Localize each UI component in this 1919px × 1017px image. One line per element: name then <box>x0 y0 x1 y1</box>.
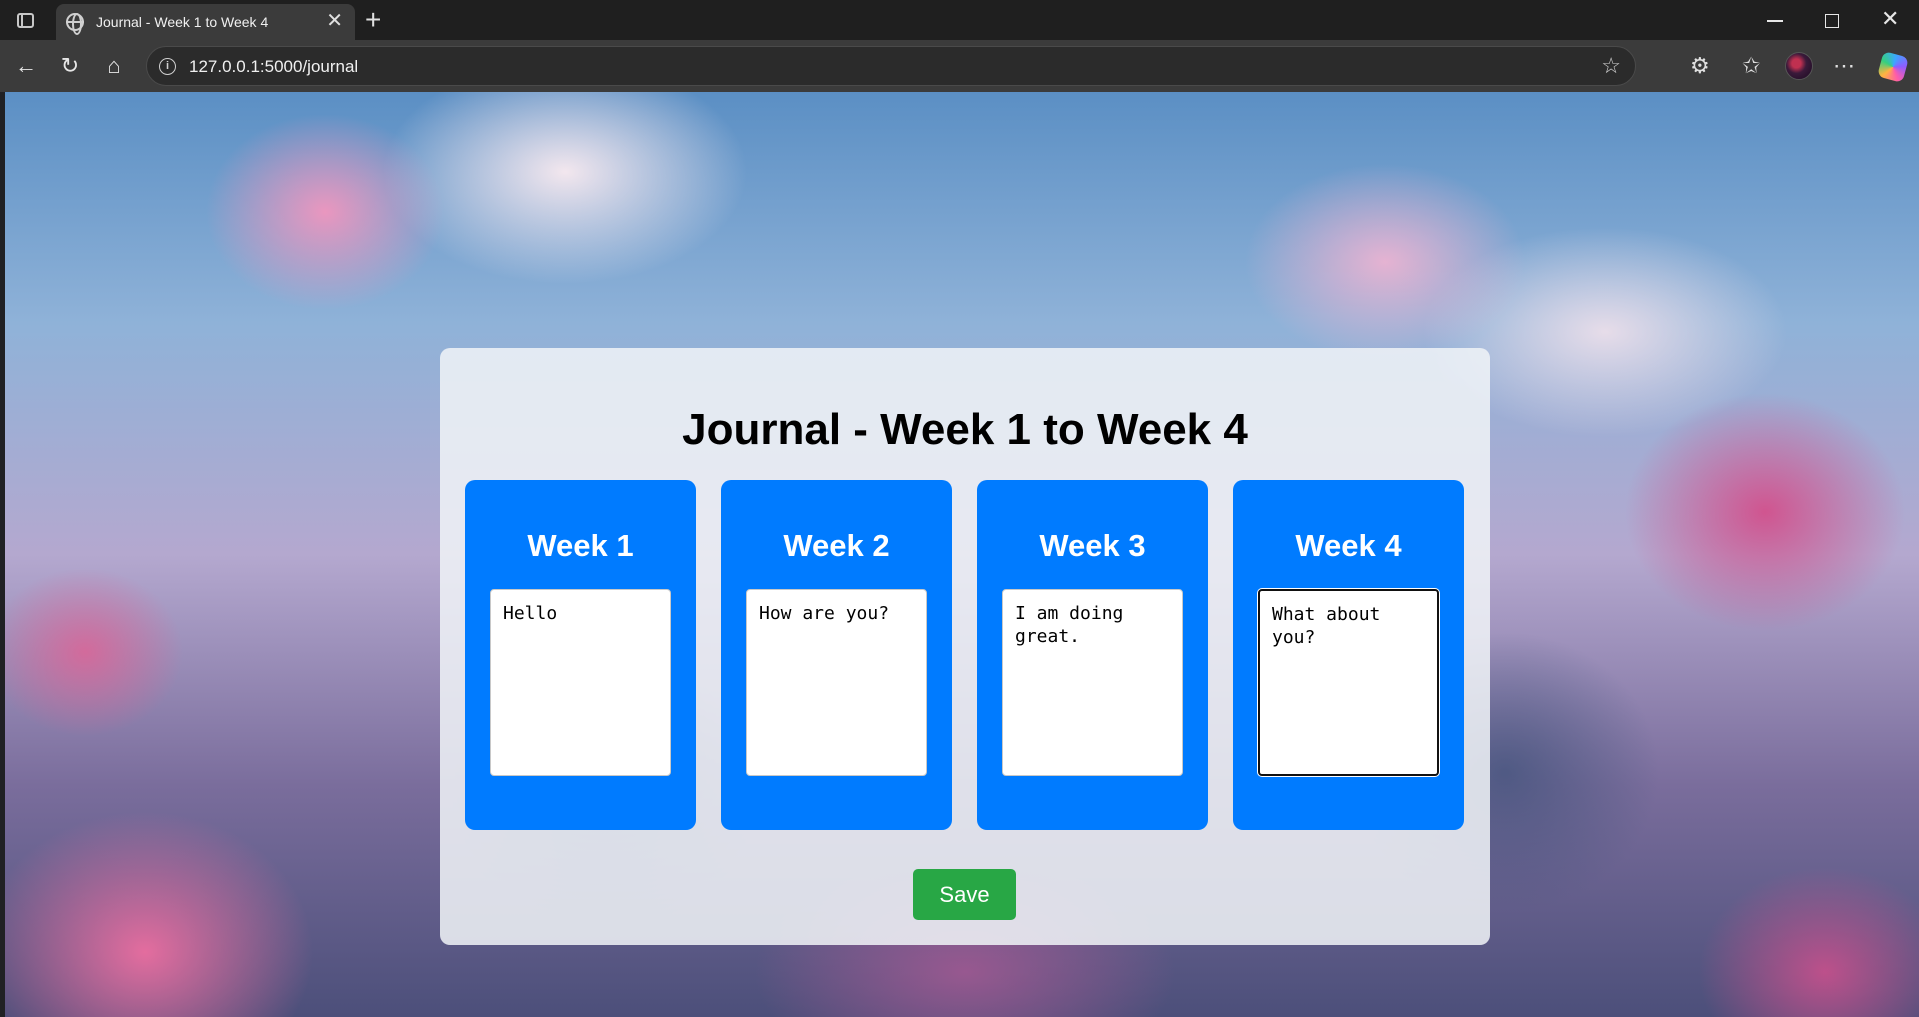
tab-close-icon[interactable]: ✕ <box>326 11 343 31</box>
week-4-entry[interactable]: What about you? <box>1258 589 1439 776</box>
week-1-entry[interactable]: Hello <box>490 589 671 776</box>
home-icon[interactable]: ⌂ <box>100 52 128 80</box>
reload-icon[interactable]: ↻ <box>56 52 84 80</box>
favorites-icon[interactable]: ✩ <box>1742 52 1760 80</box>
week-title: Week 4 <box>1295 528 1402 563</box>
tab-title: Journal - Week 1 to Week 4 <box>96 14 269 30</box>
week-title: Week 3 <box>1039 528 1146 563</box>
back-icon[interactable]: ← <box>12 52 40 80</box>
window-close-icon[interactable]: ✕ <box>1881 8 1899 30</box>
tab-strip: Journal - Week 1 to Week 4 ✕ + ✕ <box>0 0 1919 40</box>
week-card-1: Week 1 Hello <box>465 480 696 830</box>
journal-card: Journal - Week 1 to Week 4 Week 1 Hello … <box>440 348 1490 945</box>
page-background: Journal - Week 1 to Week 4 Week 1 Hello … <box>5 92 1919 1017</box>
page-title: Journal - Week 1 to Week 4 <box>682 405 1248 454</box>
browser-tab[interactable]: Journal - Week 1 to Week 4 ✕ <box>56 4 355 40</box>
week-title: Week 2 <box>783 528 890 563</box>
extensions-icon[interactable]: ⚙ <box>1690 52 1710 80</box>
week-card-3: Week 3 I am doing great. <box>977 480 1208 830</box>
week-3-entry[interactable]: I am doing great. <box>1002 589 1183 776</box>
profile-avatar[interactable] <box>1785 52 1813 80</box>
new-tab-button[interactable]: + <box>365 6 381 34</box>
favorite-star-icon[interactable]: ☆ <box>1601 53 1621 79</box>
more-icon[interactable]: ⋯ <box>1833 52 1855 80</box>
minimize-icon[interactable] <box>1767 20 1783 22</box>
week-card-4: Week 4 What about you? <box>1233 480 1464 830</box>
browser-toolbar: ← ↻ ⌂ i 127.0.0.1:5000/journal ☆ ⚙ ✩ ⋯ <box>0 40 1919 92</box>
save-button[interactable]: Save <box>913 869 1016 920</box>
globe-icon <box>66 13 84 35</box>
week-2-entry[interactable]: How are you? <box>746 589 927 776</box>
url-text[interactable]: 127.0.0.1:5000/journal <box>189 57 358 77</box>
week-card-2: Week 2 How are you? <box>721 480 952 830</box>
week-title: Week 1 <box>527 528 634 563</box>
info-icon[interactable]: i <box>159 58 176 75</box>
address-bar[interactable]: i 127.0.0.1:5000/journal ☆ <box>146 46 1636 86</box>
sidebar-toggle-icon[interactable] <box>8 8 42 32</box>
maximize-icon[interactable] <box>1825 14 1839 28</box>
